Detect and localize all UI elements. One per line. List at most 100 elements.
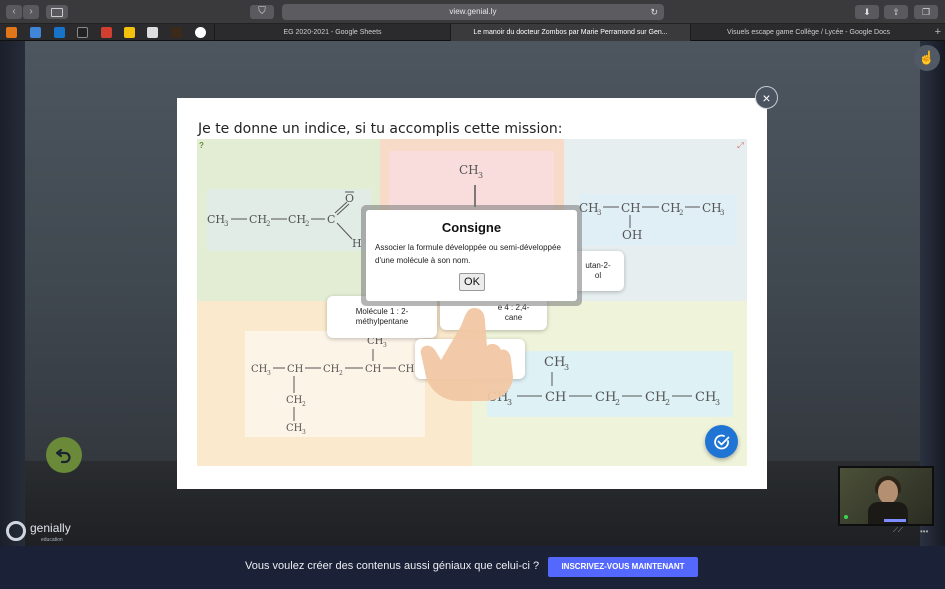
svg-text:CH: CH (286, 423, 303, 434)
modal-title: Je te donne un indice, si tu accomplis c… (198, 121, 563, 137)
undo-button[interactable] (46, 437, 82, 473)
tab-label: Visuels escape game Collège / Lycée - Go… (726, 29, 891, 36)
new-tab-icon[interactable]: + (935, 24, 941, 41)
favicon-bookmark-8-icon[interactable] (171, 27, 182, 38)
favicon-drive-icon[interactable] (124, 27, 135, 38)
favicon-bookmark-4-icon[interactable] (77, 27, 88, 38)
svg-text:2: 2 (302, 401, 306, 408)
svg-text:2: 2 (679, 209, 683, 217)
webcam-video-thumbnail[interactable] (838, 466, 934, 526)
tab-label: Le manoir du docteur Zombos par Marie Pe… (473, 29, 668, 36)
methylpentane-formula-icon: CH 3 CH 3 CH CH 2 CH CH CH 2 CH 3 (251, 336, 415, 436)
forward-button[interactable]: › (23, 5, 39, 19)
svg-text:CH: CH (661, 201, 681, 215)
svg-text:CH: CH (459, 163, 479, 177)
svg-text:3: 3 (383, 342, 387, 349)
svg-text:CH: CH (249, 213, 267, 226)
svg-text:CH: CH (645, 390, 666, 405)
dialog-body: Associer la formule développée ou semi-d… (375, 243, 561, 265)
share-icon[interactable]: ⇧ (884, 5, 908, 19)
svg-text:CH: CH (286, 395, 303, 406)
molecule-image-butan-2-ol[interactable]: CH 3 CH CH 2 CH 3 OH (579, 194, 737, 246)
tutorial-hand-icon (420, 308, 513, 401)
svg-text:CH: CH (702, 201, 722, 215)
scene-left-trees (0, 41, 25, 546)
genially-logo-text: genially (30, 521, 71, 535)
expand-icon[interactable]: ⤢ (736, 141, 745, 150)
svg-text:CH: CH (398, 364, 415, 375)
tab-label: EG 2020-2021 - Google Sheets (283, 29, 382, 36)
molecule-label-text: utan-2- ol (585, 261, 611, 280)
validate-button[interactable] (705, 425, 738, 458)
signup-button[interactable]: INSCRIVEZ-VOUS MAINTENANT (548, 557, 698, 577)
tab-bar: EG 2020-2021 - Google Sheets Le manoir d… (0, 24, 945, 41)
methyl-formula-icon: CH 3 (459, 163, 483, 207)
svg-text:CH: CH (365, 364, 382, 375)
molecule-label-text: Molécule 1 : 2-méthylpentane (355, 307, 409, 326)
svg-text:OH: OH (622, 228, 642, 242)
svg-text:3: 3 (597, 209, 601, 217)
sidebar-toggle-button[interactable] (46, 5, 68, 19)
help-icon[interactable]: ? (199, 141, 209, 151)
svg-text:CH: CH (595, 390, 616, 405)
tab-genially[interactable]: Le manoir du docteur Zombos par Marie Pe… (450, 24, 690, 41)
back-button[interactable]: ‹ (6, 5, 22, 19)
molecule-image-2-methylpentane[interactable]: CH 3 CH 3 CH CH 2 CH CH CH 2 CH 3 (245, 331, 425, 437)
svg-text:3: 3 (224, 220, 228, 228)
genially-logo[interactable]: genially education (6, 519, 71, 543)
svg-text:CH: CH (207, 213, 225, 226)
video-overlay-icon: ⟋⟋ (893, 527, 903, 534)
dialog-title: Consigne (441, 220, 502, 235)
genially-g-icon (6, 521, 26, 541)
butanal-formula-icon: CH3 CH2 CH2 C O H (207, 191, 362, 250)
tab-google-sheets[interactable]: EG 2020-2021 - Google Sheets (214, 24, 450, 41)
svg-text:3: 3 (715, 398, 720, 407)
svg-text:C: C (327, 213, 335, 226)
molecule-image-butanal[interactable]: CH 3 CH 2 CH 2 C O H (207, 189, 371, 251)
video-live-dot-icon (844, 515, 848, 519)
svg-text:CH: CH (323, 364, 340, 375)
svg-text:3: 3 (478, 171, 483, 180)
pointer-hand-icon[interactable]: ☝ (914, 45, 940, 71)
banner-text: Vous voulez créer des contenus aussi gén… (245, 560, 540, 572)
svg-text:CH: CH (544, 355, 565, 370)
favicon-google-icon[interactable] (195, 27, 206, 38)
modal-close-button[interactable]: × (755, 86, 778, 109)
video-more-icon[interactable]: ••• (920, 527, 928, 536)
video-progress-bar (884, 519, 906, 522)
svg-text:3: 3 (720, 209, 724, 217)
favicon-bookmark-7-icon[interactable] (147, 27, 158, 38)
undo-icon (55, 448, 71, 464)
tag-icon[interactable]: ⛉ (250, 5, 274, 19)
svg-text:CH: CH (287, 364, 304, 375)
reload-icon[interactable]: ↻ (650, 4, 658, 20)
svg-text:3: 3 (267, 370, 271, 377)
svg-text:2: 2 (665, 398, 670, 407)
browser-toolbar: ‹ › ⛉ view.genial.ly ↻ ⬇ ⇧ ❐ (0, 0, 945, 24)
svg-text:2: 2 (615, 398, 620, 407)
svg-text:2: 2 (305, 220, 309, 228)
favicon-gmail-icon[interactable] (101, 27, 112, 38)
dialog-ok-button[interactable]: OK (459, 273, 485, 291)
favicon-bookmark-1-icon[interactable] (6, 27, 17, 38)
favicon-bookmark-2-icon[interactable] (30, 27, 41, 38)
svg-text:CH: CH (288, 213, 306, 226)
favicon-outlook-icon[interactable] (54, 27, 65, 38)
video-person-face (878, 480, 898, 504)
svg-text:2: 2 (339, 370, 343, 377)
genially-logo-sub: education (41, 537, 63, 543)
svg-text:3: 3 (564, 363, 569, 372)
svg-text:CH: CH (545, 390, 566, 405)
address-bar[interactable]: view.genial.ly ↻ (282, 4, 664, 20)
instruction-dialog: Consigne Associer la formule développée … (366, 210, 577, 301)
svg-text:CH: CH (695, 390, 716, 405)
svg-text:2: 2 (266, 220, 270, 228)
check-circle-icon (713, 434, 729, 449)
tab-google-docs[interactable]: Visuels escape game Collège / Lycée - Go… (690, 24, 926, 41)
close-icon: × (762, 90, 771, 106)
svg-text:CH: CH (251, 364, 268, 375)
molecule-image-methyl-top[interactable]: CH 3 (389, 151, 554, 211)
butan-2-ol-formula-icon: CH3 CH CH2 CH3 OH (579, 201, 724, 242)
download-icon[interactable]: ⬇ (855, 5, 879, 19)
tabs-overview-icon[interactable]: ❐ (914, 5, 938, 19)
